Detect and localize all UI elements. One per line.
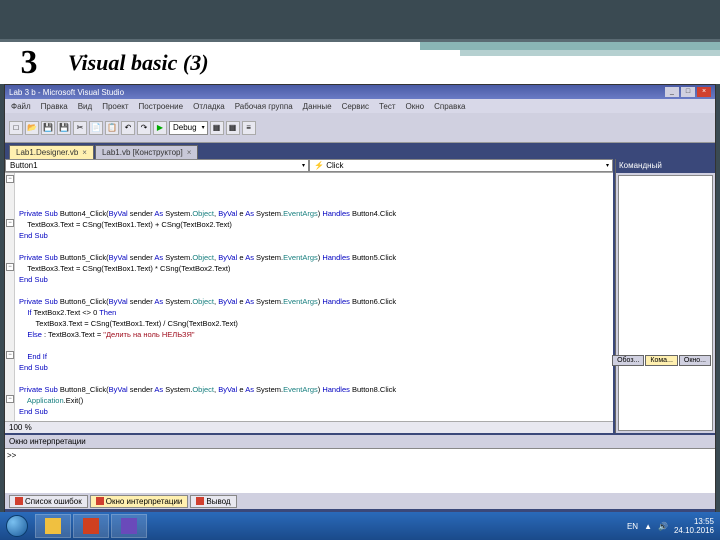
menu-вид[interactable]: Вид (78, 102, 92, 111)
code-editor[interactable]: Private Sub Button4_Click(ByVal sender A… (5, 173, 613, 421)
object-dropdown[interactable]: Button1 (5, 159, 309, 172)
save-icon[interactable]: 💾 (41, 121, 55, 135)
fold-toggle[interactable]: − (6, 263, 14, 271)
document-tab[interactable]: Lab1.vb [Конструктор]× (95, 145, 198, 159)
task-item-powerpoint[interactable] (73, 514, 109, 538)
fold-toggle[interactable]: − (6, 175, 14, 183)
config-combo[interactable]: Debug (169, 121, 208, 135)
menu-правка[interactable]: Правка (41, 102, 68, 111)
toolbar-btn[interactable]: ≡ (242, 121, 256, 135)
document-tabs: Lab1.Designer.vb×Lab1.vb [Конструктор]× (5, 143, 715, 159)
menubar: Файл Правка Вид Проект Построение Отладка Рабо… (5, 99, 715, 113)
menu-данные[interactable]: Данные (303, 102, 332, 111)
run-icon[interactable]: ▶ (153, 121, 167, 135)
paste-icon[interactable]: 📋 (105, 121, 119, 135)
new-icon[interactable]: □ (9, 121, 23, 135)
undo-icon[interactable]: ↶ (121, 121, 135, 135)
decor-bar (420, 42, 720, 50)
bottom-tab[interactable]: Вывод (190, 495, 236, 508)
save-all-icon[interactable]: 💾 (57, 121, 71, 135)
menu-справка[interactable]: Справка (434, 102, 465, 111)
editor-area: Button1 ⚡ Click Private Sub Button4_Clic… (5, 159, 615, 433)
toolbar-btn[interactable]: ▦ (210, 121, 224, 135)
zoom-indicator[interactable]: 100 % (5, 421, 613, 433)
menu-проект[interactable]: Проект (102, 102, 128, 111)
panel-tab[interactable]: Окно... (679, 355, 711, 366)
menu-построение[interactable]: Построение (139, 102, 184, 111)
open-icon[interactable]: 📂 (25, 121, 39, 135)
slide-number: 3 (0, 44, 58, 82)
vs-window: Lab 3 b - Microsoft Visual Studio _ □ × … (4, 84, 716, 538)
event-dropdown[interactable]: ⚡ Click (309, 159, 613, 172)
vs-titlebar[interactable]: Lab 3 b - Microsoft Visual Studio _ □ × (5, 85, 715, 99)
panel-tab[interactable]: Обоз... (612, 355, 644, 366)
taskbar: EN ▲ 🔊 13:55 24.10.2016 (0, 512, 720, 540)
system-tray[interactable]: EN ▲ 🔊 13:55 24.10.2016 (627, 517, 720, 535)
menu-рабочая группа[interactable]: Рабочая группа (235, 102, 293, 111)
side-panel: Командный обозреватель (615, 159, 715, 433)
task-item-vs[interactable] (111, 514, 147, 538)
redo-icon[interactable]: ↷ (137, 121, 151, 135)
toolbar: □ 📂 💾 💾 ✂ 📄 📋 ↶ ↷ ▶ Debug ▦ ▦ ≡ (5, 113, 715, 143)
fold-toggle[interactable]: − (6, 395, 14, 403)
cut-icon[interactable]: ✂ (73, 121, 87, 135)
bottom-tabs: Список ошибокОкно интерпретацииВывод (5, 493, 715, 509)
maximize-button[interactable]: □ (681, 87, 695, 97)
menu-отладка[interactable]: Отладка (193, 102, 225, 111)
panel-tab[interactable]: Кома... (645, 355, 678, 366)
network-icon[interactable]: 🔊 (658, 522, 668, 531)
fold-toggle[interactable]: − (6, 351, 14, 359)
start-button[interactable] (0, 512, 34, 540)
gutter (5, 173, 15, 421)
menu-тест[interactable]: Тест (379, 102, 396, 111)
fold-toggle[interactable]: − (6, 219, 14, 227)
toolbar-btn[interactable]: ▦ (226, 121, 240, 135)
decor-bar (460, 50, 720, 56)
bottom-tab[interactable]: Список ошибок (9, 495, 88, 508)
copy-icon[interactable]: 📄 (89, 121, 103, 135)
menu-сервис[interactable]: Сервис (342, 102, 369, 111)
document-tab[interactable]: Lab1.Designer.vb× (9, 145, 94, 159)
output-title: Окно интерпретации (5, 435, 715, 449)
side-panel-body[interactable] (618, 175, 713, 431)
window-title: Lab 3 b - Microsoft Visual Studio (9, 88, 124, 97)
slide-title: Visual basic (3) (58, 50, 209, 76)
lang-indicator[interactable]: EN (627, 522, 638, 531)
side-panel-title: Командный обозреватель (616, 159, 715, 173)
task-item-explorer[interactable] (35, 514, 71, 538)
tray-icon[interactable]: ▲ (644, 522, 652, 531)
bottom-tab[interactable]: Окно интерпретации (90, 495, 189, 508)
clock[interactable]: 13:55 24.10.2016 (674, 517, 714, 535)
menu-окно[interactable]: Окно (406, 102, 425, 111)
minimize-button[interactable]: _ (665, 87, 679, 97)
output-body[interactable]: >> (5, 449, 715, 495)
output-panel: Окно интерпретации >> (5, 433, 715, 493)
menu-файл[interactable]: Файл (11, 102, 31, 111)
close-button[interactable]: × (697, 87, 711, 97)
